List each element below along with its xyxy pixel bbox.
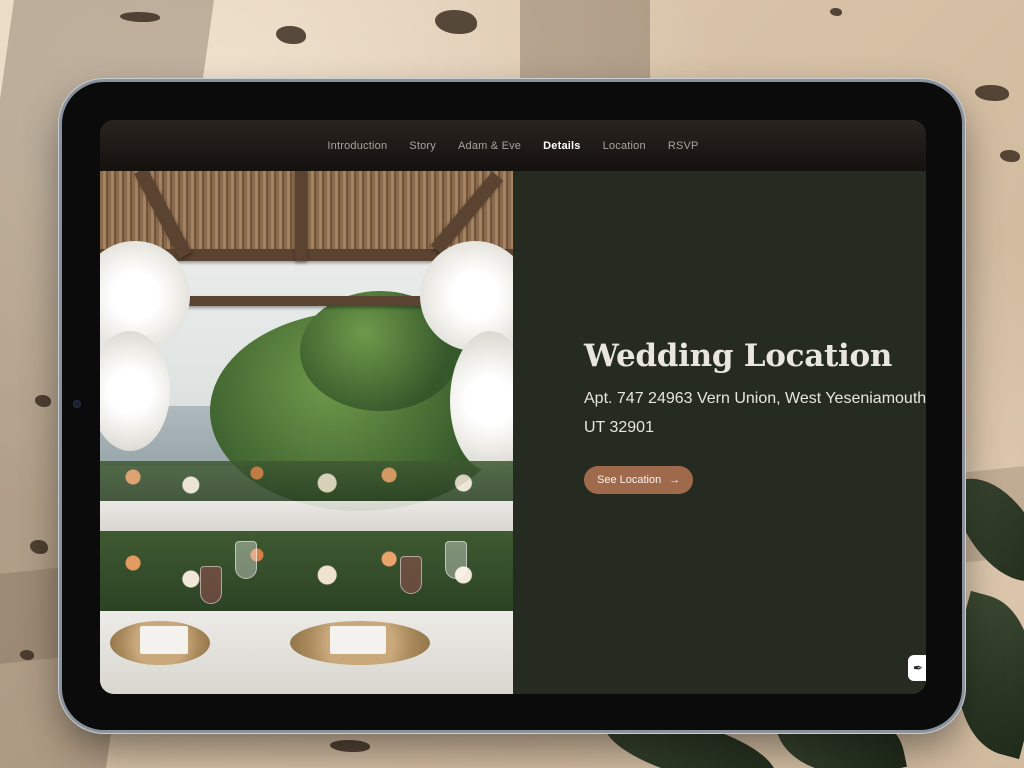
- see-location-button[interactable]: See Location →: [584, 466, 694, 494]
- arrow-right-icon: →: [669, 474, 681, 486]
- venue-photo: [100, 171, 513, 694]
- see-location-label: See Location: [597, 474, 662, 486]
- nav-item-location[interactable]: Location: [603, 140, 646, 152]
- address-line-2: UT 32901: [584, 419, 654, 436]
- venue-address: Apt. 747 24963 Vern Union, West Yeseniam…: [584, 384, 926, 442]
- nav-item-introduction[interactable]: Introduction: [327, 140, 387, 152]
- location-details-panel: Wedding Location Apt. 747 24963 Vern Uni…: [513, 171, 926, 694]
- nav-item-adam-eve[interactable]: Adam & Eve: [458, 140, 521, 152]
- section-title: Wedding Location: [584, 338, 893, 374]
- address-line-1: Apt. 747 24963 Vern Union, West Yeseniam…: [584, 390, 926, 407]
- tablet-frame: Introduction Story Adam & Eve Details Lo…: [62, 82, 962, 730]
- feather-icon[interactable]: ✒: [908, 655, 926, 681]
- top-nav: Introduction Story Adam & Eve Details Lo…: [100, 120, 926, 171]
- nav-item-story[interactable]: Story: [409, 140, 436, 152]
- nav-item-details[interactable]: Details: [543, 140, 580, 152]
- camera-dot: [74, 401, 80, 407]
- tablet-screen: Introduction Story Adam & Eve Details Lo…: [100, 120, 926, 694]
- nav-item-rsvp[interactable]: RSVP: [668, 140, 699, 152]
